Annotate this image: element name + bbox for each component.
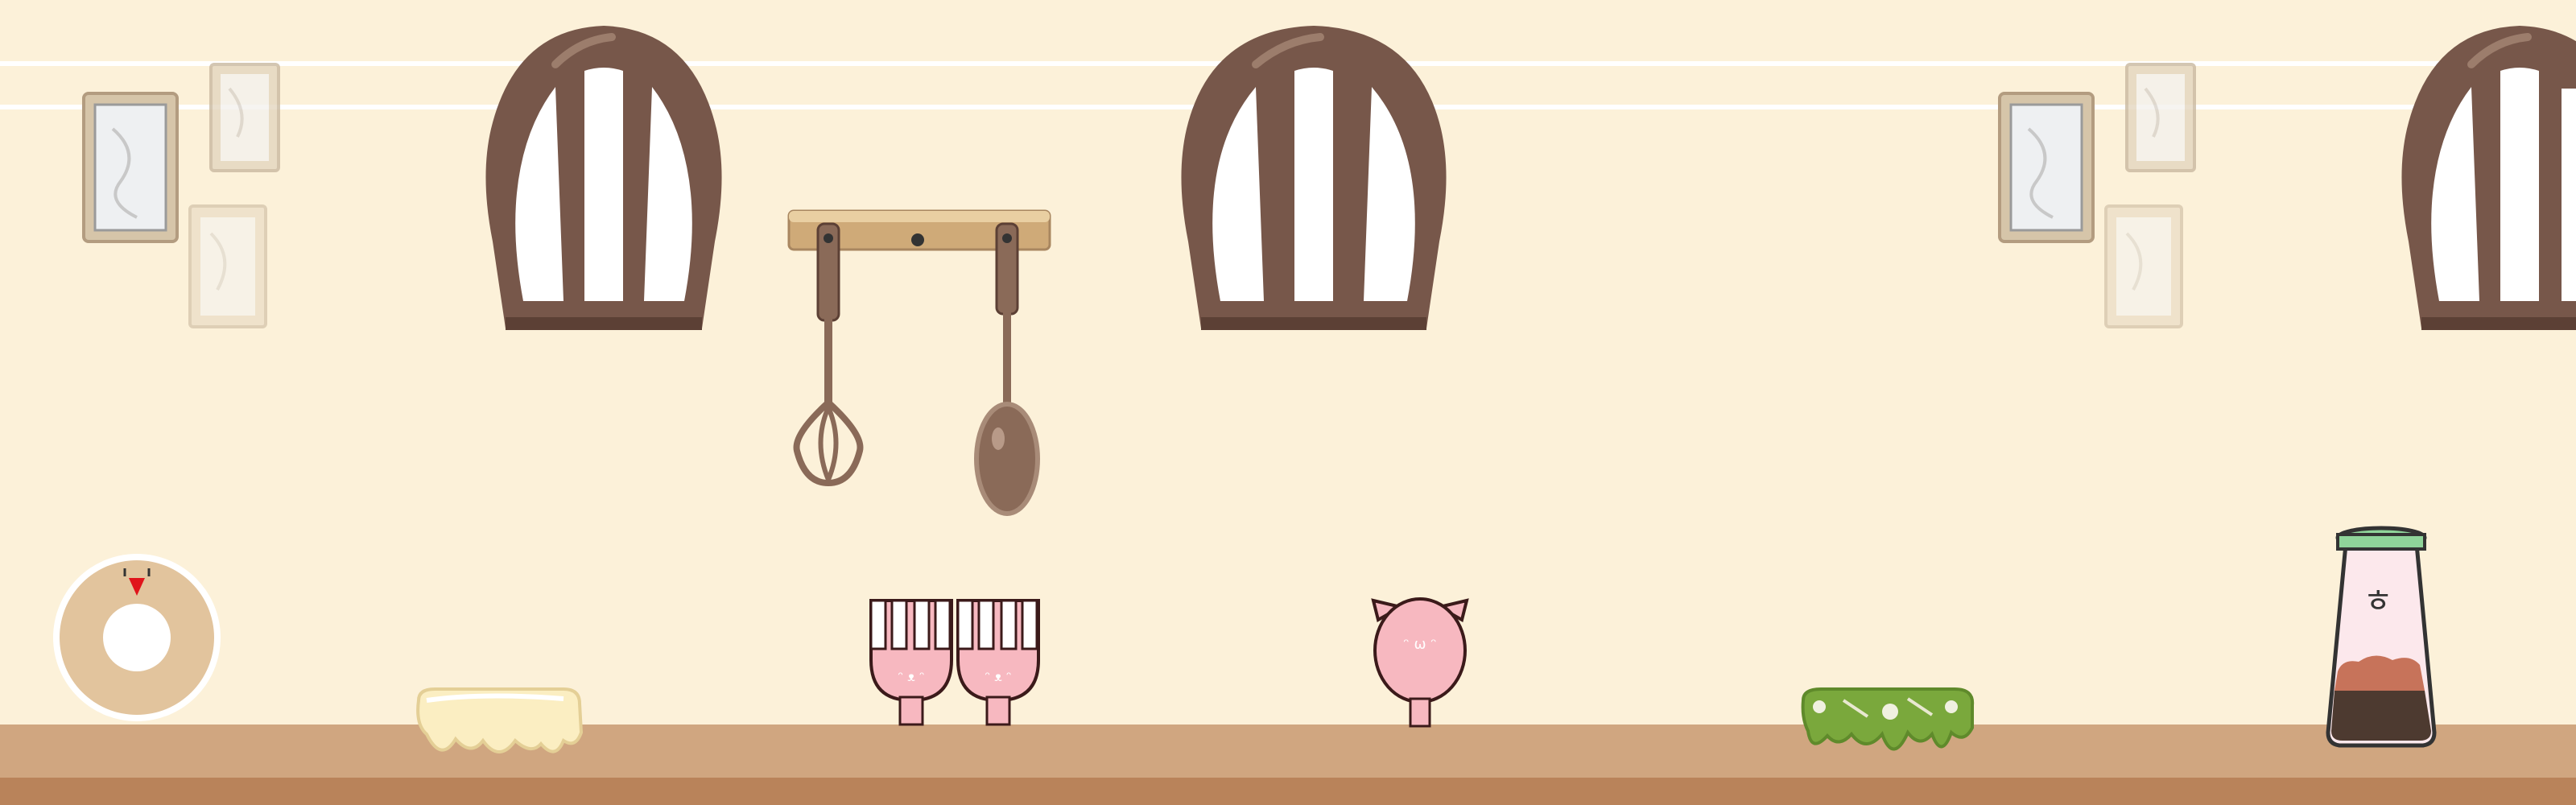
melted-cheese-block[interactable]	[416, 687, 584, 753]
svg-text:ᵔ ω ᵔ: ᵔ ω ᵔ	[1403, 636, 1436, 653]
salt-shaker-jar[interactable]: ㅎ	[2326, 526, 2437, 748]
arched-window	[485, 26, 722, 330]
picture-frame	[82, 92, 179, 243]
svg-text:ㅎ: ㅎ	[2363, 583, 2393, 620]
arched-window	[1181, 26, 1447, 330]
picture-frame	[2125, 63, 2196, 172]
picture-frame	[188, 204, 267, 328]
svg-text:ᵔ ᴥ ᵔ: ᵔ ᴥ ᵔ	[985, 669, 1011, 684]
picture-frame	[209, 63, 280, 172]
counter-front	[0, 778, 2576, 805]
picture-frame	[2104, 204, 2183, 328]
svg-text:ᵔ ᴥ ᵔ: ᵔ ᴥ ᵔ	[898, 669, 924, 684]
picture-frame	[1998, 92, 2095, 243]
counter-top	[0, 724, 2576, 781]
game-scene: ᵔ ᴥ ᵔ ᵔ ᴥ ᵔ ᵔ ω ᵔ ㅎ	[0, 0, 2576, 805]
